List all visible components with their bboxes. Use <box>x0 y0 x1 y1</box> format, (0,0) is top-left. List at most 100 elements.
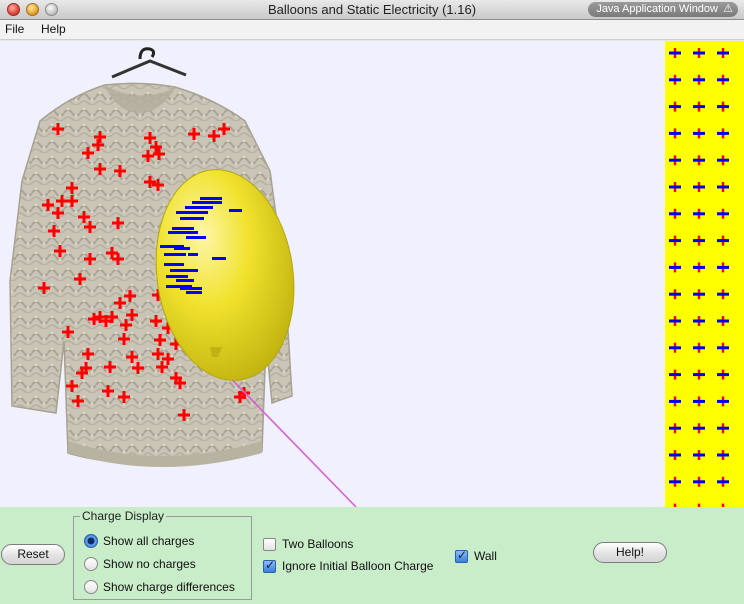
radio-label: Show charge differences <box>103 580 235 594</box>
wall-negative-charge-icon <box>717 346 729 350</box>
balloon-negative-charge-icon <box>192 201 222 204</box>
wall-negative-charge-icon <box>693 346 705 350</box>
wall-negative-charge-icon <box>717 319 729 323</box>
checkbox-checked-icon <box>263 558 276 573</box>
balloon-negative-charge-icon <box>180 287 202 290</box>
wall-negative-charge-icon <box>669 212 681 216</box>
balloon-negative-charge-icon <box>170 269 198 272</box>
balloon-negative-charge-icon <box>164 253 186 256</box>
wall-negative-charge-icon <box>693 453 705 457</box>
wall-negative-charge-icon <box>669 346 681 350</box>
wall-negative-charge-icon <box>693 212 705 216</box>
checkbox-label: Wall <box>474 549 497 563</box>
wall-negative-charge-icon <box>669 399 681 403</box>
balloon-negative-charge-icon <box>229 209 242 212</box>
balloon-negative-charge-icon <box>180 217 204 220</box>
radio-show-charge-differences[interactable]: Show charge differences <box>84 580 235 594</box>
simulation-play-area <box>0 41 744 507</box>
wall-negative-charge-icon <box>669 131 681 135</box>
wall-negative-charge-icon <box>693 105 705 109</box>
balloon-negative-charge-icon <box>212 257 226 260</box>
balloon-negative-charge-icon <box>164 263 184 266</box>
menu-file[interactable]: File <box>5 22 24 36</box>
menu-bar: File Help <box>0 20 744 40</box>
wall-negative-charge-icon <box>669 239 681 243</box>
balloon-negative-charge-icon <box>185 206 213 209</box>
radio-selected-icon <box>84 534 98 548</box>
balloon-negative-charge-icon <box>172 227 194 230</box>
wall[interactable] <box>665 41 744 507</box>
wall-negative-charge-icon <box>693 426 705 430</box>
balloon-negative-charge-icon <box>188 253 198 256</box>
wall-negative-charge-icon <box>693 292 705 296</box>
wall-negative-charge-icon <box>717 426 729 430</box>
balloon-negative-charge-icon <box>186 236 206 239</box>
wall-negative-charge-icon <box>669 185 681 189</box>
wall-negative-charge-icon <box>717 212 729 216</box>
checkbox-label: Ignore Initial Balloon Charge <box>282 559 434 573</box>
wall-negative-charge-icon <box>717 51 729 55</box>
wall-negative-charge-icon <box>717 480 729 484</box>
wall-negative-charge-icon <box>717 158 729 162</box>
wall-negative-charge-icon <box>693 480 705 484</box>
wall-negative-charge-icon <box>669 453 681 457</box>
wall-negative-charge-icon <box>717 399 729 403</box>
balloon-negative-charge-icon <box>176 211 208 214</box>
wall-negative-charge-icon <box>693 78 705 82</box>
wall-negative-charge-icon <box>669 265 681 269</box>
title-bar: Balloons and Static Electricity (1.16) J… <box>0 0 744 20</box>
hanger-icon <box>111 59 187 79</box>
wall-negative-charge-icon <box>693 265 705 269</box>
balloon-negative-charge-icon <box>186 291 202 294</box>
wall-negative-charge-icon <box>669 158 681 162</box>
wall-negative-charge-icon <box>669 105 681 109</box>
help-button[interactable]: Help! <box>593 542 667 563</box>
wall-negative-charge-icon <box>669 51 681 55</box>
balloon-negative-charge-icon <box>200 197 222 200</box>
wall-negative-charge-icon <box>717 373 729 377</box>
checkbox-two-balloons[interactable]: Two Balloons <box>263 537 353 551</box>
menu-help[interactable]: Help <box>41 22 66 36</box>
wall-negative-charge-icon <box>693 319 705 323</box>
radio-label: Show all charges <box>103 534 195 548</box>
radio-unselected-icon <box>84 580 98 594</box>
wall-negative-charge-icon <box>717 239 729 243</box>
reset-button[interactable]: Reset <box>1 544 65 565</box>
wall-negative-charge-icon <box>669 480 681 484</box>
radio-unselected-icon <box>84 557 98 571</box>
checkbox-wall[interactable]: Wall <box>455 548 497 563</box>
radio-show-no-charges[interactable]: Show no charges <box>84 557 196 571</box>
wall-negative-charge-icon <box>717 453 729 457</box>
balloon-negative-charge-icon <box>174 247 190 250</box>
charge-display-group: Charge Display Show all charges Show no … <box>73 509 252 600</box>
wall-negative-charge-icon <box>717 265 729 269</box>
checkbox-unchecked-icon <box>263 537 276 551</box>
wall-negative-charge-icon <box>717 131 729 135</box>
wall-negative-charge-icon <box>717 185 729 189</box>
checkbox-checked-icon <box>455 548 468 563</box>
wall-negative-charge-icon <box>717 105 729 109</box>
balloon-negative-charge-icon <box>168 231 198 234</box>
wall-negative-charge-icon <box>669 426 681 430</box>
wall-negative-charge-icon <box>717 292 729 296</box>
wall-negative-charge-icon <box>669 292 681 296</box>
control-panel: Reset Charge Display Show all charges Sh… <box>0 507 744 604</box>
radio-label: Show no charges <box>103 557 196 571</box>
wall-negative-charge-icon <box>693 185 705 189</box>
java-application-badge[interactable]: Java Application Window ⚠ <box>588 2 738 17</box>
checkbox-label: Two Balloons <box>282 537 354 551</box>
balloon-negative-charge-icon <box>176 279 194 282</box>
balloon-negative-charge-icon <box>166 275 188 278</box>
wall-negative-charge-icon <box>693 131 705 135</box>
wall-negative-charge-icon <box>693 373 705 377</box>
java-badge-label: Java Application Window <box>596 3 718 15</box>
warning-icon: ⚠ <box>723 3 733 15</box>
wall-negative-charge-icon <box>693 158 705 162</box>
charge-display-legend: Charge Display <box>80 509 167 523</box>
radio-show-all-charges[interactable]: Show all charges <box>84 534 194 548</box>
checkbox-ignore-initial-balloon-charge[interactable]: Ignore Initial Balloon Charge <box>263 558 434 573</box>
wall-negative-charge-icon <box>669 78 681 82</box>
wall-negative-charge-icon <box>669 373 681 377</box>
wall-negative-charge-icon <box>669 319 681 323</box>
wall-negative-charge-icon <box>693 399 705 403</box>
